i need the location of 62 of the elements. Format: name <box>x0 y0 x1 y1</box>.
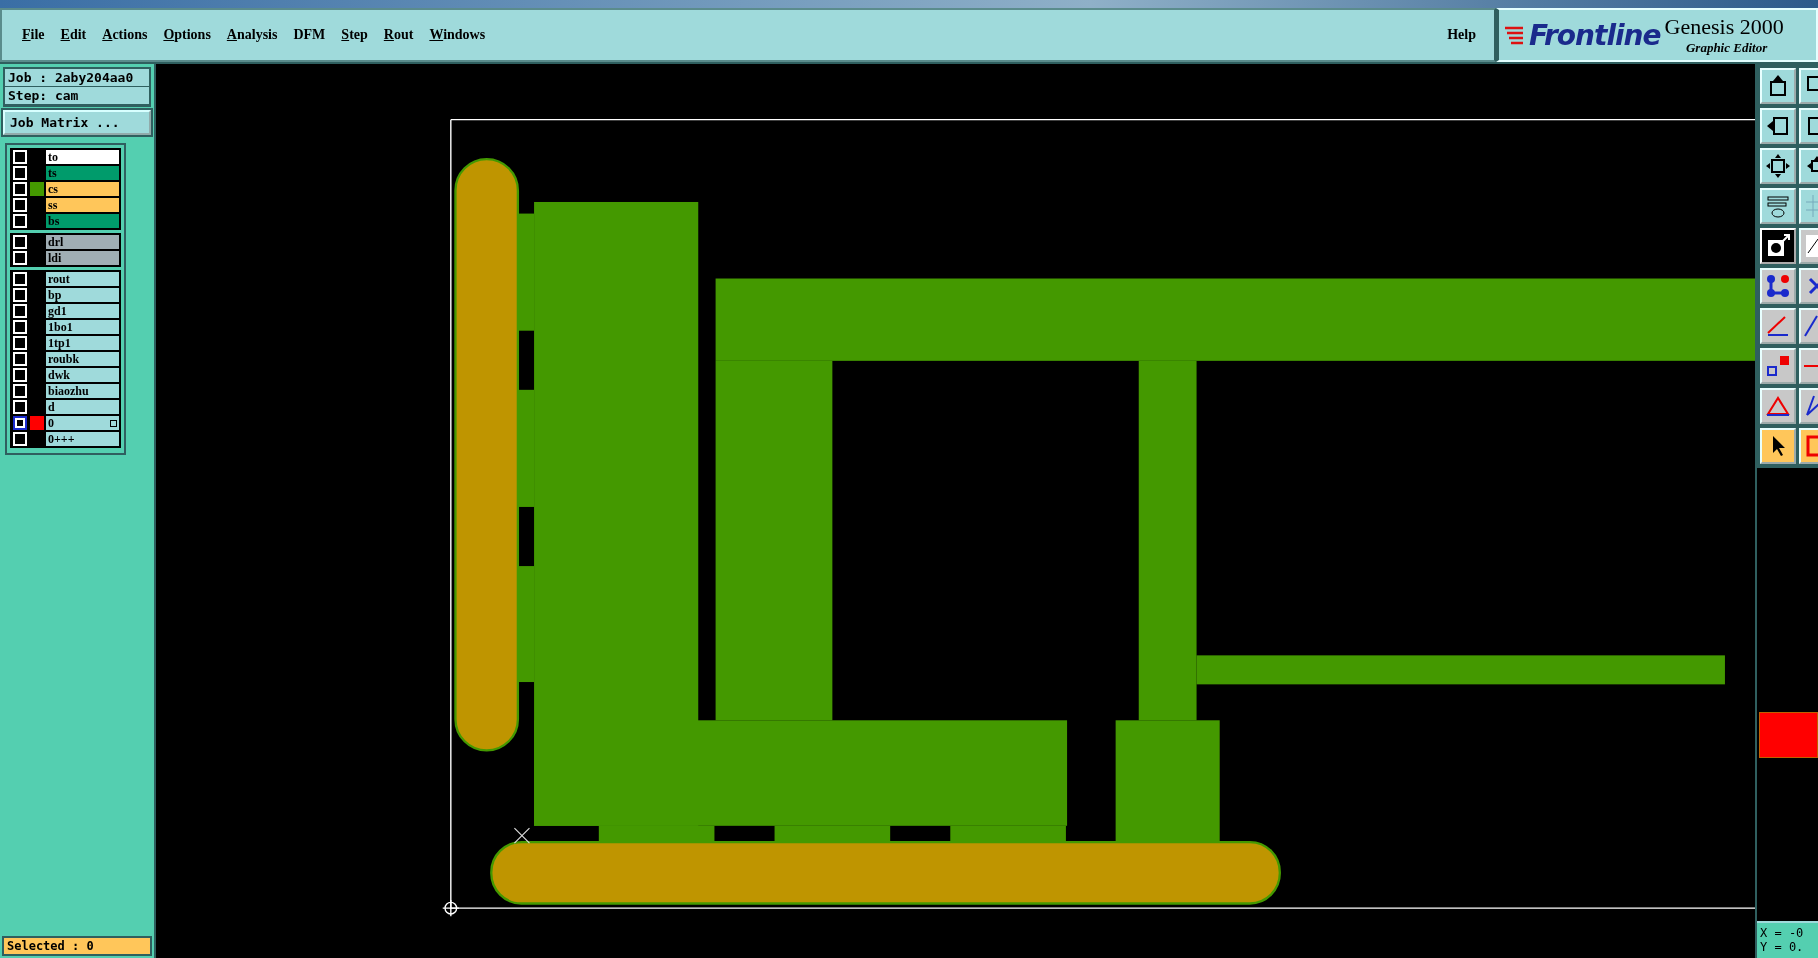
layer-name[interactable]: 1bo1 <box>46 320 119 334</box>
layer-name[interactable]: dwk <box>46 368 119 382</box>
toolbar-button[interactable] <box>1760 148 1796 184</box>
y-coordinate: Y = 0. <box>1760 940 1805 954</box>
speed-lines-icon <box>1505 25 1525 45</box>
toolbar-button[interactable] <box>1760 308 1796 344</box>
fit-icon <box>1765 153 1791 179</box>
layer-name[interactable]: biaozhu <box>46 384 119 398</box>
layer-checkbox[interactable] <box>13 416 27 430</box>
layer-name[interactable]: rout <box>46 272 119 286</box>
brand-logo: Frontline <box>1529 18 1661 52</box>
pads-icon <box>1765 273 1791 299</box>
layer-name[interactable]: to <box>46 150 119 164</box>
dash-icon <box>1804 365 1818 367</box>
toolbar-button[interactable] <box>1760 228 1796 264</box>
selection-status: Selected : 0 <box>2 936 152 956</box>
menu-item[interactable]: Options <box>157 25 217 45</box>
job-name: Job : 2aby204aa0 <box>5 69 149 87</box>
menu-item[interactable]: Windows <box>423 25 492 45</box>
angle-icon <box>1765 313 1791 339</box>
wrench-icon <box>1765 193 1791 219</box>
layer-name[interactable]: bp <box>46 288 119 302</box>
display-swatch[interactable] <box>30 416 44 430</box>
job-matrix-button[interactable]: Job Matrix ... <box>3 110 151 135</box>
menu-item[interactable]: Actions <box>96 25 154 45</box>
menu-item[interactable]: Step <box>335 25 374 45</box>
layer-name[interactable]: ts <box>46 166 119 180</box>
menu-item[interactable]: Edit <box>54 25 93 45</box>
menu-item[interactable]: Analysis <box>220 25 284 45</box>
menu-item[interactable]: File <box>16 25 51 45</box>
layer-name[interactable]: bs <box>46 214 119 228</box>
help-menu[interactable]: Help <box>1441 25 1482 45</box>
offset-icon <box>1765 353 1791 379</box>
layer-color-swatch <box>1759 711 1818 758</box>
toolbar-button[interactable] <box>1760 348 1796 384</box>
x-coordinate: X = -0 <box>1760 926 1805 940</box>
layer-name[interactable]: ss <box>46 198 119 212</box>
toolbar-button[interactable] <box>1760 68 1796 104</box>
toolbar-button[interactable] <box>1760 188 1796 224</box>
toolbar-button[interactable] <box>1760 268 1796 304</box>
origin-icon <box>442 899 460 917</box>
step-name: Step: cam <box>5 87 149 105</box>
display-swatch[interactable] <box>30 182 44 196</box>
layer-name[interactable]: d <box>46 400 119 414</box>
product-name: Genesis 2000 <box>1664 14 1785 40</box>
toolbar-button[interactable] <box>1760 428 1796 464</box>
layer-name[interactable]: 0+++ <box>46 432 119 446</box>
product-subtitle: Graphic Editor <box>1685 40 1768 56</box>
menu-item[interactable]: DFM <box>287 25 332 45</box>
snap-icon <box>1765 233 1791 259</box>
layer-name[interactable]: cs <box>46 182 119 196</box>
layer-name[interactable]: ldi <box>46 251 119 265</box>
grip-icon <box>110 420 117 427</box>
line-icon <box>1804 315 1818 337</box>
menu-item[interactable]: Rout <box>377 25 420 45</box>
layer-name[interactable]: 1tp1 <box>46 336 119 350</box>
layer-name[interactable]: drl <box>46 235 119 249</box>
layer-name[interactable]: roubk <box>46 352 119 366</box>
layer-name[interactable]: gd1 <box>46 304 119 318</box>
toolbar-button[interactable] <box>1760 108 1796 144</box>
layer-name[interactable]: 0 <box>46 416 119 430</box>
toolbar-button[interactable] <box>1760 388 1796 424</box>
